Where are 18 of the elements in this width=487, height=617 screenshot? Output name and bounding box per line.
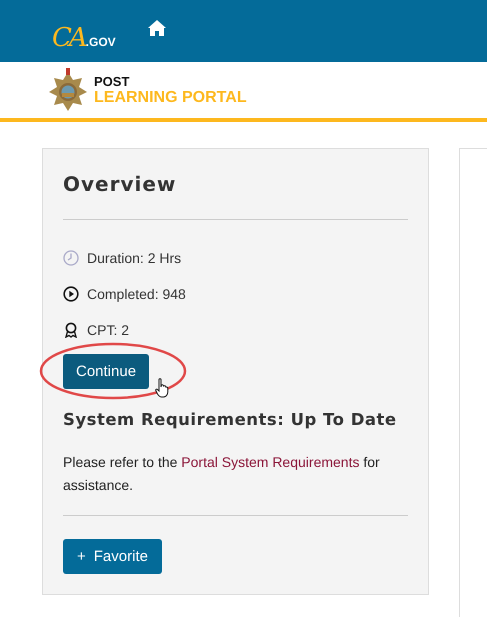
brand-title: POST bbox=[94, 74, 130, 88]
fact-text: CPT: 2 bbox=[87, 322, 130, 338]
paragraph: Please refer to the Portal System Requirements for assistance. bbox=[63, 453, 381, 495]
star-badge-icon bbox=[48, 68, 88, 112]
section-heading: System Requirements: Up To Date bbox=[63, 410, 397, 429]
continue-button[interactable]: Continue bbox=[63, 354, 150, 389]
play-icon bbox=[63, 286, 79, 302]
fact-text: Completed: 948 bbox=[87, 286, 186, 302]
award-icon bbox=[63, 322, 79, 338]
hand-cursor-icon bbox=[155, 378, 169, 398]
favorite-button[interactable]: + Favorite bbox=[63, 539, 162, 574]
fact-text: Duration: 2 Hrs bbox=[87, 250, 182, 266]
home-icon[interactable] bbox=[148, 20, 166, 36]
clock-icon bbox=[63, 250, 79, 266]
ca-gov-logo[interactable]: CA.GOV bbox=[52, 11, 116, 51]
card-title: Overview bbox=[63, 171, 176, 197]
brand-subtitle: LEARNING PORTAL bbox=[94, 90, 247, 106]
requirements-link[interactable]: Portal System Requirements bbox=[181, 454, 360, 470]
